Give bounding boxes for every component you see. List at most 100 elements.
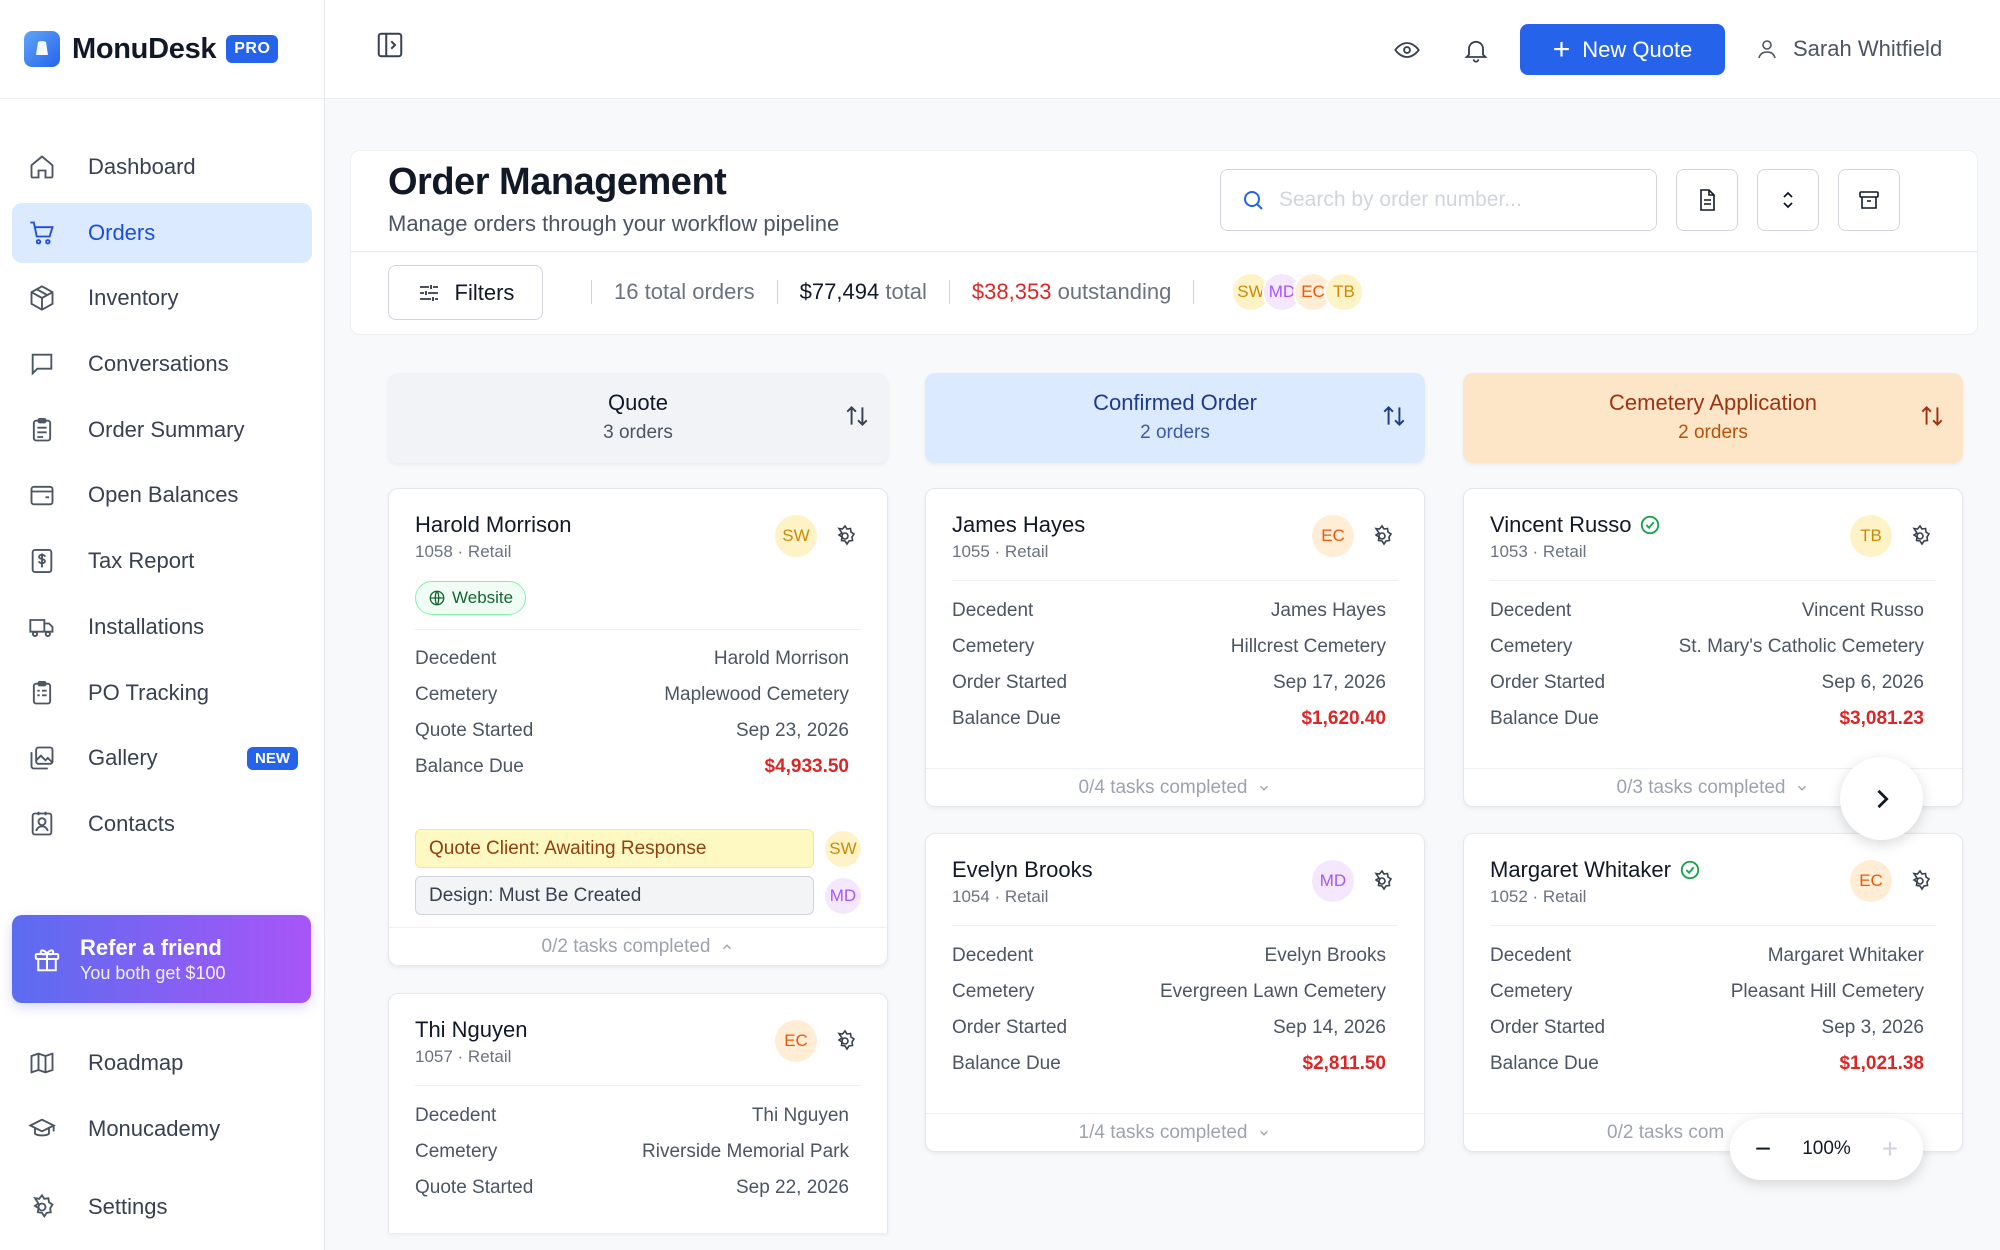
card-customer-name: Margaret Whitaker [1490,857,1701,883]
sort-icon[interactable] [1919,403,1945,434]
tasks-toggle[interactable]: 1/4 tasks completed [926,1113,1424,1151]
tasks-toggle[interactable]: 0/2 tasks completed [389,927,887,965]
sidebar-item-order-summary[interactable]: Order Summary [12,400,312,460]
dollar-doc-icon [26,545,58,577]
export-document-button[interactable] [1676,169,1738,231]
user-menu[interactable]: Sarah Whitfield [1755,36,1942,62]
detail-key: Decedent [1490,600,1572,621]
order-stats: 16 total orders $77,494 total $38,353 ou… [569,279,1216,305]
bell-icon[interactable] [1462,36,1490,69]
gear-icon[interactable] [1370,869,1394,898]
sidebar-item-dashboard[interactable]: Dashboard [12,137,312,197]
column-header-quote: Quote 3 orders [388,373,888,463]
order-card-margaret-whitaker[interactable]: Margaret Whitaker 1052 · Retail EC Deced… [1463,833,1963,1152]
sidebar-item-label: Settings [88,1194,168,1219]
scroll-right-button[interactable] [1840,757,1923,840]
eye-icon[interactable] [1393,36,1421,69]
zoom-control: − 100% + [1730,1118,1923,1180]
card-customer-name: Evelyn Brooks [952,857,1093,882]
sidebar-item-roadmap[interactable]: Roadmap [12,1033,312,1093]
box-icon [26,282,58,314]
sidebar-item-open-balances[interactable]: Open Balances [12,465,312,525]
order-card-evelyn-brooks[interactable]: Evelyn Brooks 1054 · Retail MD Decedent E… [925,833,1425,1152]
detail-row: Decedent Evelyn Brooks [952,938,1386,974]
sidebar-item-label: Orders [88,219,156,245]
document-icon [1700,189,1715,211]
archive-button[interactable] [1838,169,1900,231]
sidebar-toggle-icon[interactable] [375,30,405,65]
divider [1490,580,1936,581]
search-box [1220,169,1657,231]
filters-button[interactable]: Filters [388,265,543,320]
avatar[interactable]: SW [775,515,817,557]
avatar[interactable]: EC [1312,515,1354,557]
sidebar-item-gallery[interactable]: Gallery NEW [12,728,312,788]
order-card-james-hayes[interactable]: James Hayes 1055 · Retail EC Decedent Jam… [925,488,1425,807]
sidebar-item-po-tracking[interactable]: PO Tracking [12,663,312,723]
plus-icon: + [1552,32,1571,66]
sidebar-item-label: Order Summary [88,416,245,442]
gear-icon[interactable] [1370,524,1394,553]
card-customer-name: Harold Morrison [415,512,572,537]
detail-value: Sep 23, 2026 [735,720,849,741]
detail-key: Cemetery [1490,981,1573,1002]
task-tag[interactable]: Quote Client: Awaiting Response [415,829,814,868]
contact-icon [26,808,58,840]
zoom-in-button[interactable]: + [1877,1135,1903,1163]
detail-row: Cemetery Maplewood Cemetery [415,677,849,713]
detail-value: Thi Nguyen [751,1105,849,1126]
search-input[interactable] [1279,188,1639,212]
gift-icon [32,944,62,974]
divider [591,280,592,304]
sidebar-item-installations[interactable]: Installations [12,597,312,657]
sidebar-item-label: Tax Report [88,548,195,574]
sidebar-item-contacts[interactable]: Contacts [12,794,312,854]
new-quote-button[interactable]: + New Quote [1520,24,1725,75]
brand-logo-icon[interactable] [24,31,60,67]
detail-key: Cemetery [415,684,498,705]
globe-icon [429,590,445,606]
sidebar-item-tax-report[interactable]: Tax Report [12,531,312,591]
sidebar-item-conversations[interactable]: Conversations [12,334,312,394]
order-card-thi-nguyen[interactable]: Thi Nguyen 1057 · Retail EC Decedent Thi … [388,993,888,1233]
detail-row: Balance Due $1,620.40 [952,701,1386,737]
divider [1193,280,1195,304]
source-badge[interactable]: Website [415,581,527,615]
sidebar-item-inventory[interactable]: Inventory [12,268,312,328]
sidebar-item-orders[interactable]: Orders [12,202,312,263]
column-count: 2 orders [1140,422,1210,443]
avatar[interactable]: MD [825,878,861,914]
detail-row: Cemetery Riverside Memorial Park [415,1134,849,1170]
detail-key: Balance Due [952,1053,1061,1074]
sort-icon[interactable] [844,403,870,434]
avatar[interactable]: SW [825,831,861,867]
detail-key: Balance Due [1490,1053,1599,1074]
refer-friend-banner[interactable]: Refer a friend You both get $100 [12,915,311,1003]
avatar[interactable]: TB [1324,272,1364,312]
map-icon [26,1047,58,1079]
task-tag[interactable]: Design: Must Be Created [415,876,814,915]
avatar[interactable]: MD [1312,860,1354,902]
filters-label: Filters [454,279,515,305]
sidebar-item-label: Installations [88,613,205,639]
detail-row: Cemetery Evergreen Lawn Cemetery [952,974,1386,1010]
zoom-out-button[interactable]: − [1750,1135,1776,1163]
tasks-toggle[interactable]: 0/4 tasks completed [926,768,1424,806]
page-subtitle: Manage orders through your workflow pipe… [388,211,840,236]
expand-collapse-button[interactable] [1757,169,1819,231]
sort-icon[interactable] [1381,403,1407,434]
detail-row: Cemetery Hillcrest Cemetery [952,629,1386,665]
detail-row: Quote Started Sep 23, 2026 [415,713,849,749]
avatar[interactable]: EC [775,1020,817,1062]
gear-icon[interactable] [1908,524,1932,553]
gear-icon[interactable] [1908,869,1932,898]
avatar[interactable]: EC [1850,860,1892,902]
card-details: Decedent Thi Nguyen Cemetery Riverside Mem… [415,1098,849,1206]
order-card-harold-morrison[interactable]: Harold Morrison 1058 · Retail SW Website… [388,488,888,966]
sidebar-item-monucademy[interactable]: Monucademy [12,1099,312,1159]
detail-value: Sep 22, 2026 [735,1177,849,1198]
sidebar-item-settings[interactable]: Settings [12,1177,312,1237]
gear-icon[interactable] [833,1029,857,1058]
avatar[interactable]: TB [1850,515,1892,557]
gear-icon[interactable] [833,524,857,553]
